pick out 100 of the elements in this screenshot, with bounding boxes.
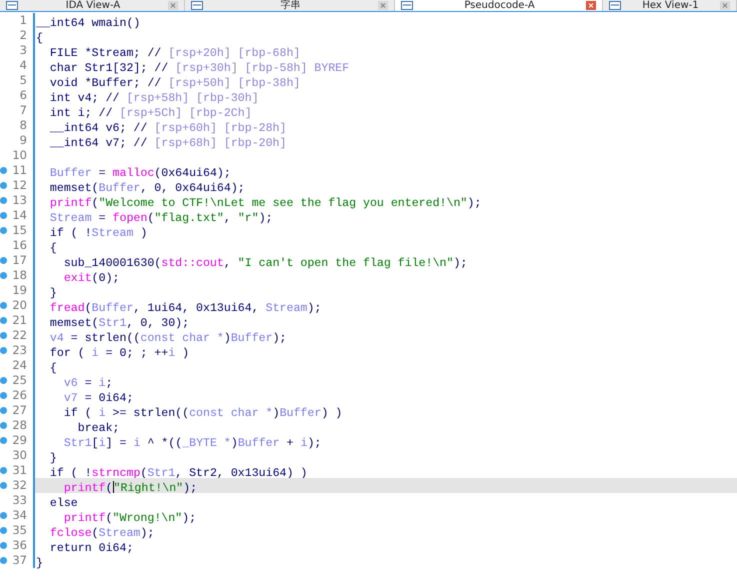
line-number: 17 — [12, 253, 27, 268]
line-number: 15 — [12, 223, 27, 238]
line-number: 25 — [12, 373, 27, 388]
window-icon — [609, 1, 621, 10]
line-number: 11 — [12, 163, 27, 178]
code-line: if ( !strncmp(Str1, Str2, 0x13ui64) ) — [48, 467, 308, 480]
code-line: memset(Buffer, 0, 0x64ui64); — [48, 182, 245, 195]
line-number: 33 — [12, 493, 27, 508]
breakpoint-dot-icon[interactable] — [0, 317, 7, 324]
breakpoint-dot-icon[interactable] — [0, 272, 7, 279]
line-number: 22 — [12, 328, 27, 343]
line-number: 18 — [12, 268, 27, 283]
code-line: break; — [76, 422, 120, 435]
breakpoint-dot-icon[interactable] — [0, 557, 7, 564]
code-line: for ( i = 0; ; ++i ) — [48, 347, 190, 360]
line-number: 31 — [12, 463, 27, 478]
breakpoint-dot-icon[interactable] — [0, 437, 7, 444]
code-line: int v4; // [rsp+58h] [rbp-30h] — [48, 92, 259, 105]
line-number: 27 — [12, 403, 27, 418]
code-line: __int64 v7; // [rsp+68h] [rbp-20h] — [48, 137, 286, 150]
code-line: __int64 v6; // [rsp+60h] [rbp-28h] — [48, 122, 286, 135]
breakpoint-dot-icon[interactable] — [0, 347, 7, 354]
line-number: 13 — [12, 193, 27, 208]
code-line: printf("Right!\n"); — [62, 482, 198, 495]
line-number: 26 — [12, 388, 27, 403]
code-line: { — [36, 32, 43, 45]
code-line: if ( !Stream ) — [48, 227, 148, 240]
close-icon[interactable] — [168, 1, 178, 10]
breakpoint-dot-icon[interactable] — [0, 422, 7, 429]
tab[interactable]: IDA View-A — [0, 0, 185, 11]
line-number: 23 — [12, 343, 27, 358]
code-line: exit(0); — [62, 272, 120, 285]
breakpoint-dot-icon[interactable] — [0, 197, 7, 204]
line-number: 24 — [12, 358, 27, 373]
line-number: 14 — [12, 208, 27, 223]
code-line: void *Buffer; // [rsp+50h] [rbp-38h] — [48, 77, 300, 90]
code-line: printf("Wrong!\n"); — [62, 512, 196, 525]
close-icon[interactable] — [720, 1, 730, 10]
tab[interactable]: Pseudocode-A — [395, 0, 603, 11]
code-line: } — [36, 557, 43, 570]
tab[interactable]: Hex View-1 — [603, 0, 737, 11]
line-number: 8 — [20, 118, 27, 133]
breakpoint-dot-icon[interactable] — [0, 332, 7, 339]
code-line: sub_140001630(std::cout, "I can't open the flag file!\n"); — [62, 257, 468, 270]
code-line: return 0i64; — [48, 542, 134, 555]
line-number: 1 — [20, 13, 27, 28]
line-number: 7 — [20, 103, 27, 118]
line-number: 30 — [12, 448, 27, 463]
close-icon[interactable] — [586, 1, 596, 10]
breakpoint-dot-icon[interactable] — [0, 182, 7, 189]
line-number: 37 — [12, 553, 27, 568]
code-line: } — [48, 452, 57, 465]
line-number: 20 — [12, 298, 27, 313]
line-number: 3 — [20, 43, 27, 58]
code-line: else — [48, 497, 78, 510]
code-line: { — [48, 362, 57, 375]
breakpoint-dot-icon[interactable] — [0, 407, 7, 414]
code-line: memset(Str1, 0, 30); — [48, 317, 190, 330]
breakpoint-dot-icon[interactable] — [0, 512, 7, 519]
breakpoint-dot-icon[interactable] — [0, 302, 7, 309]
breakpoint-dot-icon[interactable] — [0, 377, 7, 384]
close-icon[interactable] — [378, 1, 388, 10]
line-number: 28 — [12, 418, 27, 433]
code-line: } — [48, 287, 57, 300]
window-icon — [6, 1, 18, 10]
line-number: 36 — [12, 538, 27, 553]
code-line: __int64 wmain() — [36, 17, 140, 30]
breakpoint-dot-icon[interactable] — [0, 392, 7, 399]
line-number: 5 — [20, 73, 27, 88]
line-number: 12 — [12, 178, 27, 193]
line-number: 34 — [12, 508, 27, 523]
code-line: printf("Welcome to CTF!\nLet me see the flag you entered!\n"); — [48, 197, 482, 210]
window-icon — [191, 1, 203, 10]
code-line: FILE *Stream; // [rsp+20h] [rbp-68h] — [48, 47, 300, 60]
code-line: char Str1[32]; // [rsp+30h] [rbp-58h] BYREF — [48, 62, 350, 75]
line-number: 21 — [12, 313, 27, 328]
breakpoint-dot-icon[interactable] — [0, 527, 7, 534]
breakpoint-dot-icon[interactable] — [0, 167, 7, 174]
code-line: fclose(Stream); — [48, 527, 154, 540]
breakpoint-dot-icon[interactable] — [0, 542, 7, 549]
code-line: v6 = i; — [62, 377, 113, 390]
line-number: 16 — [12, 238, 27, 253]
code-line: v4 = strlen((const char *)Buffer); — [48, 332, 287, 345]
code-line: { — [48, 242, 57, 255]
breakpoint-dot-icon[interactable] — [0, 482, 7, 489]
code-line: Str1[i] = i ^ *((_BYTE *)Buffer + i); — [62, 437, 322, 450]
line-number: 29 — [12, 433, 27, 448]
line-number: 2 — [20, 28, 27, 43]
code-line: fread(Buffer, 1ui64, 0x13ui64, Stream); — [48, 302, 322, 315]
line-number: 4 — [20, 58, 27, 73]
line-number: 19 — [12, 283, 27, 298]
breakpoint-dot-icon[interactable] — [0, 257, 7, 264]
code-line: if ( i >= strlen((const char *)Buffer) ) — [62, 407, 342, 420]
code-line: Buffer = malloc(0x64ui64); — [48, 167, 231, 180]
line-number: 35 — [12, 523, 27, 538]
breakpoint-dot-icon[interactable] — [0, 212, 7, 219]
line-number: 9 — [20, 133, 27, 148]
code-line: int i; // [rsp+5Ch] [rbp-2Ch] — [48, 107, 252, 120]
breakpoint-dot-icon[interactable] — [0, 467, 7, 474]
breakpoint-dot-icon[interactable] — [0, 227, 7, 234]
